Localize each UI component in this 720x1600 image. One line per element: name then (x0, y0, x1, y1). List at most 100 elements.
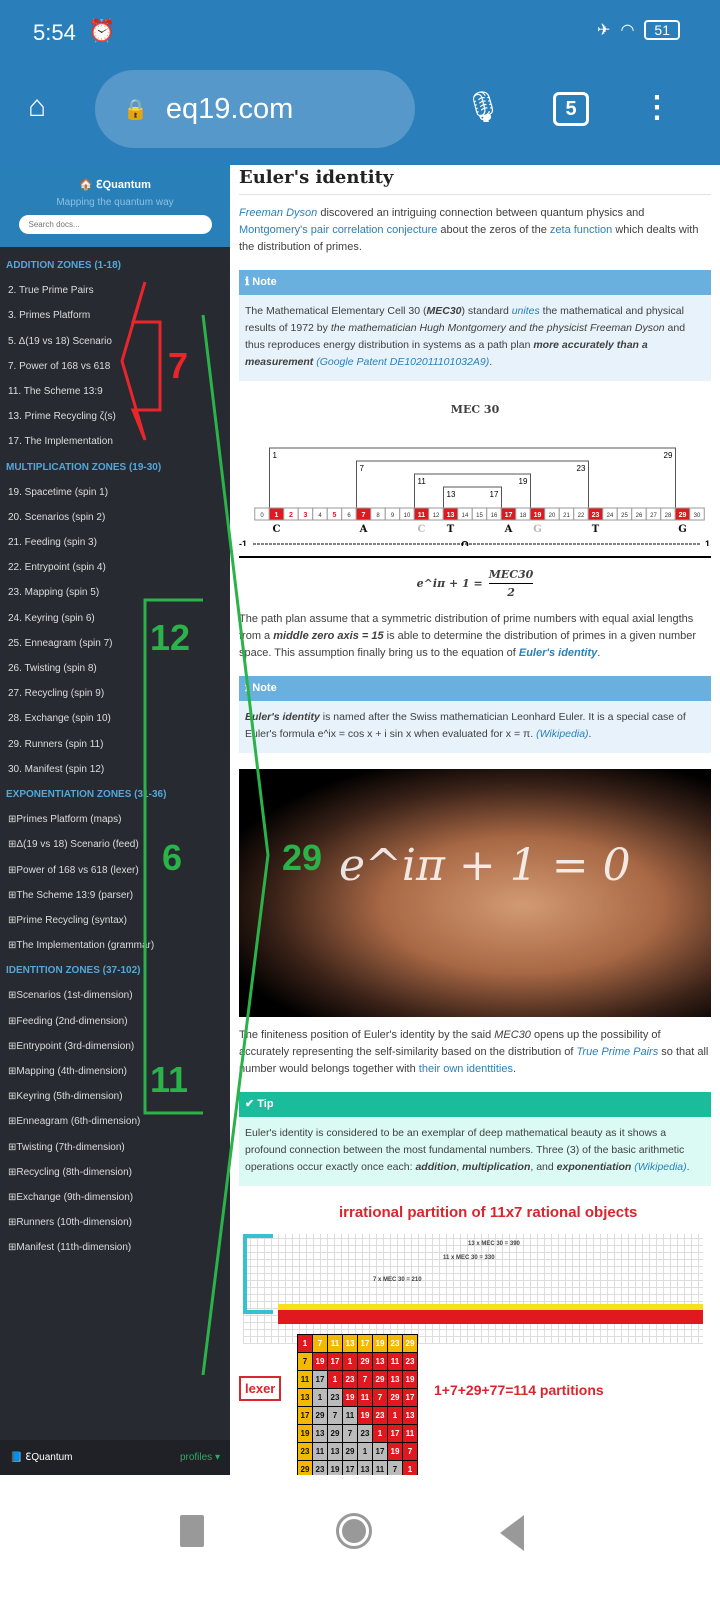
pair-label: 29 (664, 451, 673, 460)
menu-icon[interactable]: ⋮ (642, 90, 672, 125)
sidebar-nav-item[interactable]: ⊞Enneagram (6th-dimension) (0, 1109, 230, 1134)
number-label: 22 (578, 513, 585, 519)
matrix-cell: 29 (297, 1460, 313, 1475)
sidebar-nav-item[interactable]: 26. Twisting (spin 8) (0, 656, 230, 681)
battery-icon: 51 (644, 20, 680, 40)
sidebar-nav-item[interactable]: 3. Primes Platform (0, 303, 230, 328)
matrix-cell: 1 (327, 1370, 343, 1389)
sidebar-nav-item[interactable]: ⊞Scenarios (1st-dimension) (0, 983, 230, 1008)
true-prime-pairs-link[interactable]: True Prime Pairs (577, 1046, 659, 1058)
matrix-cell: 29 (387, 1388, 403, 1407)
sidebar-nav-item[interactable]: 22. Entrypoint (spin 4) (0, 555, 230, 580)
sidebar-nav-item[interactable]: ⊞Manifest (11th-dimension) (0, 1235, 230, 1260)
finiteness-paragraph: The finiteness position of Euler's ident… (239, 1029, 709, 1075)
page-title: Euler's identity (239, 169, 711, 195)
back-button[interactable] (500, 1515, 524, 1551)
sidebar-nav-item[interactable]: 19. Spacetime (spin 1) (0, 480, 230, 505)
lexer-label: lexer (239, 1376, 282, 1401)
sidebar-nav-item[interactable]: ⊞Keyring (5th-dimension) (0, 1084, 230, 1109)
sidebar-nav-item[interactable]: ⊞Runners (10th-dimension) (0, 1210, 230, 1235)
sidebar-nav-item[interactable]: ⊞Mapping (4th-dimension) (0, 1059, 230, 1084)
partition-graphic: irrational partition of 11x7 rational ob… (239, 1204, 711, 1475)
home-icon[interactable]: ⌂ (28, 90, 46, 124)
graphic-title: irrational partition of 11x7 rational ob… (339, 1204, 638, 1221)
matrix-cell: 7 (327, 1406, 343, 1425)
microphone-icon[interactable]: 🎙 (464, 90, 502, 125)
euler-formula: e^iπ + 1 = MEC30 2 (416, 568, 534, 599)
sidebar-nav-item[interactable]: 21. Feeding (spin 3) (0, 530, 230, 555)
check-icon: ✔ (245, 1098, 255, 1110)
matrix-cell: 19 (297, 1424, 313, 1443)
number-label: 10 (404, 513, 411, 519)
sidebar-nav-item[interactable]: 13. Prime Recycling ζ(s) (0, 404, 230, 429)
sidebar-nav-item[interactable]: 2. True Prime Pairs (0, 278, 230, 303)
matrix-cell: 17 (342, 1460, 358, 1475)
url-bar[interactable]: 🔒 eq19.com (95, 70, 415, 148)
wikipedia-link-2[interactable]: (Wikipedia) (631, 1161, 686, 1173)
nav-section-caption: ADDITION ZONES (1-18) (6, 260, 122, 271)
sidebar-nav-item[interactable]: ⊞Exchange (9th-dimension) (0, 1185, 230, 1210)
sidebar-brand[interactable]: 🏠 ℇQuantum (0, 165, 230, 191)
tab-switcher-button[interactable]: 5 (553, 92, 589, 126)
number-label: 27 (650, 513, 657, 519)
sidebar-nav-item[interactable]: ⊞Entrypoint (3rd-dimension) (0, 1034, 230, 1059)
sidebar-nav-item[interactable]: ⊞Prime Recycling (syntax) (0, 908, 230, 933)
montgomery-link[interactable]: Montgomery's pair correlation conjecture (239, 224, 437, 236)
matrix-cell: 29 (327, 1424, 343, 1443)
number-label: 14 (462, 513, 469, 519)
sidebar-nav-item[interactable]: ⊞Primes Platform (maps) (0, 807, 230, 832)
search-input[interactable] (18, 215, 212, 234)
sidebar-nav: ADDITION ZONES (1-18) 2. True Prime Pairs… (0, 247, 230, 1261)
main-content: Euler's identity Freeman Dyson discovere… (230, 165, 720, 1475)
matrix-cell: 13 (372, 1352, 388, 1371)
number-label: 7 (362, 512, 366, 519)
sidebar-nav-item[interactable]: 17. The Implementation (0, 429, 230, 454)
zeta-function-link[interactable]: zeta function (550, 224, 612, 236)
number-label: 21 (563, 513, 570, 519)
wifi-icon: ◠ (620, 22, 635, 39)
matrix-cell: 1 (372, 1424, 388, 1443)
eulers-identity-link[interactable]: Euler's identity (519, 647, 597, 659)
wikipedia-link[interactable]: (Wikipedia) (536, 728, 588, 740)
profiles-dropdown[interactable]: profiles ▾ (180, 1452, 220, 1463)
patent-link[interactable]: (Google Patent DE102011101032A9) (313, 356, 489, 368)
sidebar-nav-item[interactable]: ⊞Twisting (7th-dimension) (0, 1135, 230, 1160)
sidebar-nav-item[interactable]: 23. Mapping (spin 5) (0, 580, 230, 605)
home-button[interactable] (336, 1513, 372, 1549)
matrix-cell: 19 (327, 1460, 343, 1475)
identities-link[interactable]: their own identtities (419, 1063, 513, 1075)
number-label: 28 (665, 513, 672, 519)
sidebar-nav-item[interactable]: 7. Power of 168 vs 618 (0, 354, 230, 379)
clock: 5:54 (33, 20, 76, 45)
recents-button[interactable] (180, 1515, 204, 1547)
matrix-cell: 29 (342, 1442, 358, 1461)
android-nav-bar (0, 1475, 720, 1600)
sidebar-nav-item[interactable]: 11. The Scheme 13:9 (0, 379, 230, 404)
url-text: eq19.com (165, 92, 294, 125)
sidebar-nav-item[interactable]: ⊞Feeding (2nd-dimension) (0, 1009, 230, 1034)
sidebar-nav-item[interactable]: 25. Enneagram (spin 7) (0, 631, 230, 656)
freeman-dyson-link[interactable]: Freeman Dyson (239, 207, 317, 219)
sidebar-nav-item[interactable]: 29. Runners (spin 11) (0, 732, 230, 757)
sidebar-nav-item[interactable]: 30. Manifest (spin 12) (0, 757, 230, 782)
sidebar-nav-item[interactable]: 27. Recycling (spin 9) (0, 681, 230, 706)
sidebar-nav-item[interactable]: ⊞The Implementation (grammar) (0, 933, 230, 958)
sidebar-nav-item[interactable]: 20. Scenarios (spin 2) (0, 505, 230, 530)
sidebar-nav-item[interactable]: 5. Δ(19 vs 18) Scenario (0, 329, 230, 354)
sidebar-nav-item[interactable]: ⊞Power of 168 vs 618 (lexer) (0, 858, 230, 883)
sidebar-nav-item[interactable]: ⊞Recycling (8th-dimension) (0, 1160, 230, 1185)
matrix-cell: 17 (387, 1424, 403, 1443)
sidebar-nav-item[interactable]: ⊞Δ(19 vs 18) Scenario (feed) (0, 832, 230, 857)
unites-link[interactable]: unites (512, 305, 540, 317)
sidebar-nav-item[interactable]: ⊞The Scheme 13:9 (parser) (0, 883, 230, 908)
matrix-cell: 17 (357, 1334, 373, 1353)
number-label: 3 (304, 512, 308, 519)
footer-brand[interactable]: 📘 ℇQuantum (10, 1452, 73, 1463)
sidebar-nav-item[interactable]: 28. Exchange (spin 10) (0, 706, 230, 731)
note-box-2: ℹ Note Euler's identity is named after t… (239, 676, 711, 753)
pair-label: 17 (490, 490, 499, 499)
number-label: 11 (418, 512, 426, 519)
matrix-cell: 11 (372, 1460, 388, 1475)
sidebar-nav-item[interactable]: 24. Keyring (spin 6) (0, 606, 230, 631)
grid-label: 11 x MEC 30 = 330 (443, 1255, 495, 1261)
